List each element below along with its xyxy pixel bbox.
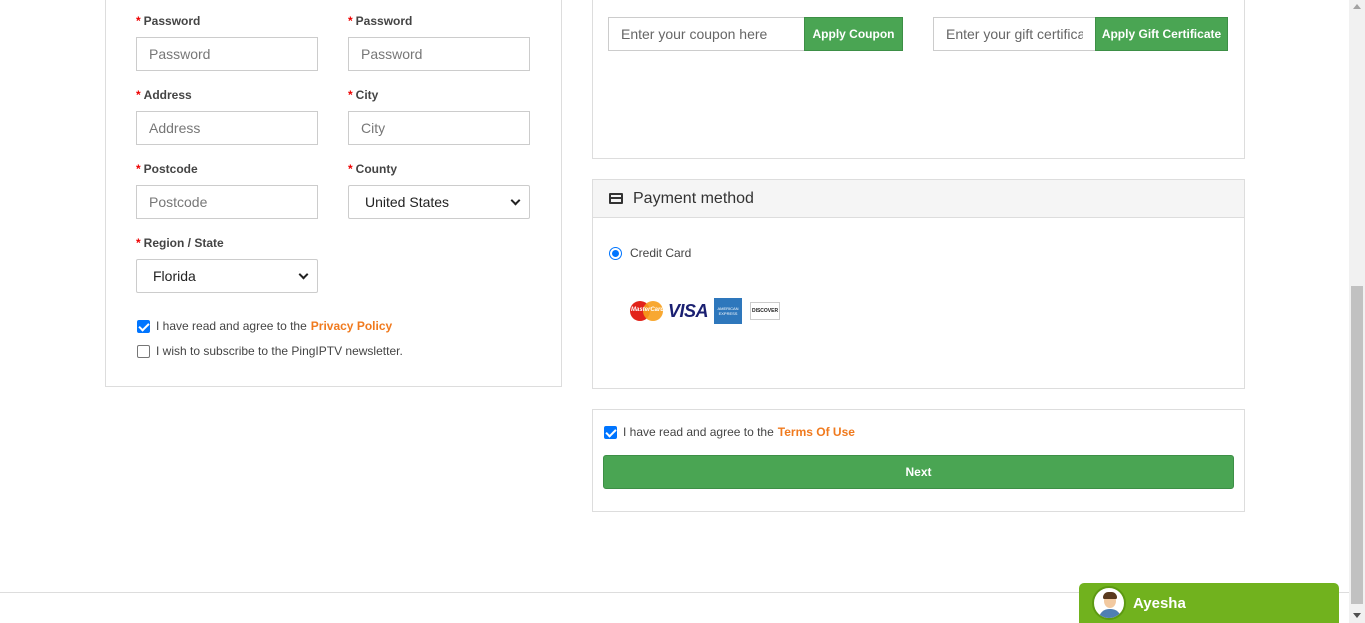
newsletter-checkbox[interactable] <box>137 344 150 358</box>
payment-method-panel: Payment method Credit Card MasterCard VI… <box>592 179 1245 389</box>
county-group: * County United States <box>348 161 531 219</box>
password-group: * Password <box>136 13 319 71</box>
address-group: * Address <box>136 87 319 145</box>
payment-method-header: Payment method <box>593 180 1244 218</box>
scroll-thumb[interactable] <box>1351 286 1363 604</box>
vertical-scrollbar[interactable] <box>1349 0 1365 623</box>
newsletter-row: I wish to subscribe to the PingIPTV news… <box>137 344 403 358</box>
discover-logo: DISCOVER <box>750 302 781 320</box>
region-select[interactable]: Florida <box>136 259 318 293</box>
chevron-down-icon <box>510 195 521 205</box>
account-details-panel: *Password *Password *Address *City *Post… <box>105 0 562 387</box>
postcode-label: * Postcode <box>136 162 198 176</box>
credit-card-radio[interactable] <box>609 246 622 260</box>
apply-coupon-button[interactable]: Apply Coupon <box>804 17 903 51</box>
region-group: * Region / State Florida <box>136 235 319 293</box>
credit-card-icon <box>609 193 623 204</box>
checkout-page: *Password *Password *Address *City *Post… <box>0 0 1365 623</box>
region-select-value: Florida <box>153 268 196 284</box>
amex-logo: AMERICAN EXPRESS <box>714 298 743 324</box>
confirm-password-input[interactable] <box>348 37 530 71</box>
address-input[interactable] <box>136 111 318 145</box>
city-group: * City <box>348 87 531 145</box>
terms-agree-row: I have read and agree to the Terms Of Us… <box>604 425 855 439</box>
county-select[interactable]: United States <box>348 185 530 219</box>
coupon-input[interactable] <box>608 17 805 51</box>
terms-checkbox[interactable] <box>604 425 617 439</box>
terms-agree-text: I have read and agree to the <box>623 425 774 439</box>
privacy-agree-row: I have read and agree to the Privacy Pol… <box>137 319 392 333</box>
chevron-down-icon <box>298 269 309 279</box>
postcode-group: * Postcode <box>136 161 319 219</box>
mastercard-logo: MasterCard <box>630 300 664 322</box>
confirm-password-label: * Password <box>348 14 413 28</box>
card-logos: MasterCard VISA AMERICAN EXPRESS DISCOVE… <box>630 298 781 324</box>
apply-gift-certificate-button[interactable]: Apply Gift Certificate <box>1095 17 1228 51</box>
password-label: * Password <box>136 14 201 28</box>
city-input[interactable] <box>348 111 530 145</box>
county-label: * County <box>348 162 397 176</box>
newsletter-text: I wish to subscribe to the PingIPTV news… <box>156 344 403 358</box>
next-button[interactable]: Next <box>603 455 1234 489</box>
gift-certificate-input[interactable] <box>933 17 1096 51</box>
postcode-input[interactable] <box>136 185 318 219</box>
privacy-checkbox[interactable] <box>137 319 150 333</box>
terms-of-use-link[interactable]: Terms Of Use <box>778 425 855 439</box>
credit-card-label: Credit Card <box>630 246 692 260</box>
visa-logo: VISA <box>668 300 709 321</box>
live-chat-widget[interactable]: Ayesha <box>1079 583 1339 623</box>
confirm-password-group: * Password <box>348 13 531 71</box>
chat-agent-name: Ayesha <box>1133 594 1186 612</box>
city-label: * City <box>348 88 379 102</box>
scroll-down-arrow-icon[interactable] <box>1353 613 1361 618</box>
coupon-panel: Apply Coupon Apply Gift Certificate <box>592 0 1245 159</box>
privacy-agree-text: I have read and agree to the <box>156 319 307 333</box>
payment-method-title: Payment method <box>633 189 754 207</box>
county-select-value: United States <box>365 194 450 210</box>
terms-panel: I have read and agree to the Terms Of Us… <box>592 409 1245 512</box>
password-input[interactable] <box>136 37 318 71</box>
credit-card-option[interactable]: Credit Card <box>609 246 691 260</box>
privacy-policy-link[interactable]: Privacy Policy <box>311 319 392 333</box>
agent-avatar <box>1092 586 1126 620</box>
address-label: * Address <box>136 88 192 102</box>
region-label: * Region / State <box>136 236 224 250</box>
scroll-up-arrow-icon[interactable] <box>1353 4 1361 9</box>
